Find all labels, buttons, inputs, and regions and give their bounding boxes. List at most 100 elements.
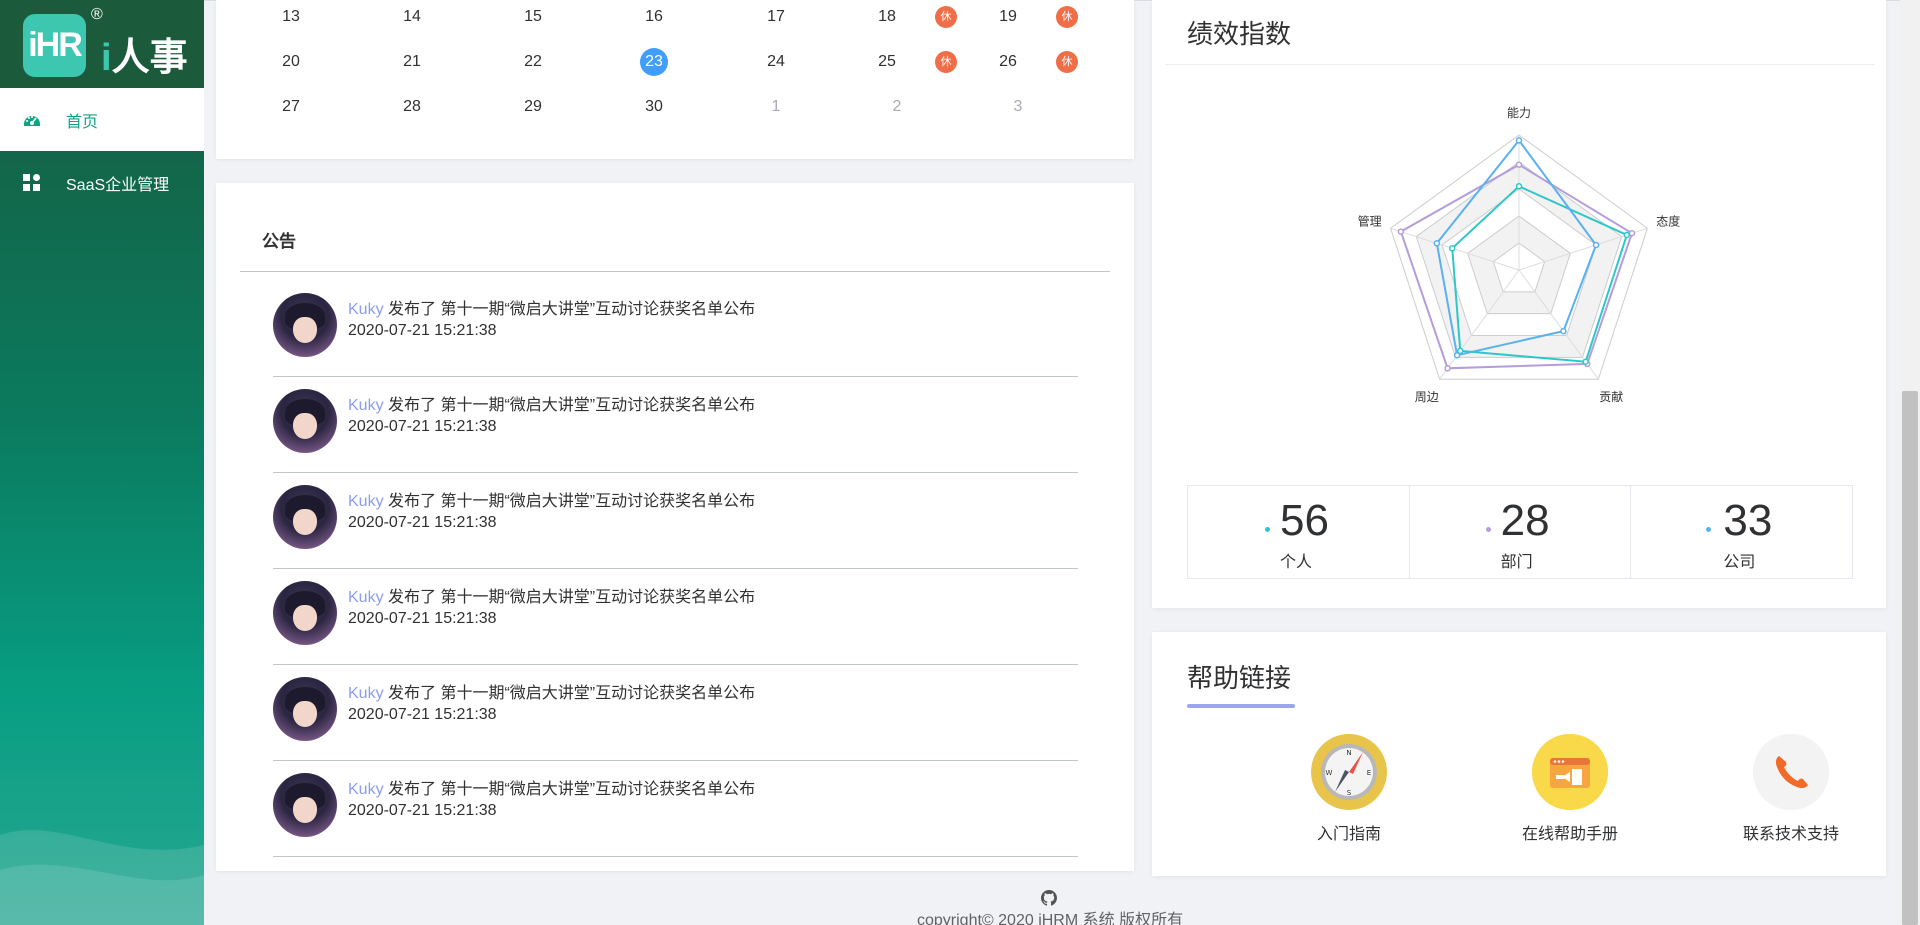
notice-item[interactable]: Kuky 发布了 第十一期“微启大讲堂”互动讨论获奖名单公布 2020-07-21…: [273, 473, 1078, 569]
calendar-day[interactable]: 26: [978, 47, 1038, 77]
page-scrollbar[interactable]: [1900, 0, 1920, 925]
notice-user-link[interactable]: Kuky: [348, 301, 384, 318]
sidebar: iHR ® i人事 首页 SaaS企业管理: [0, 0, 204, 925]
notice-text: Kuky 发布了 第十一期“微启大讲堂”互动讨论获奖名单公布: [348, 391, 755, 415]
calendar-day[interactable]: 27: [261, 92, 321, 122]
radar-point: [1433, 240, 1441, 247]
radar-indicator-label: 态度: [1656, 213, 1680, 228]
notice-item[interactable]: Kuky 发布了 第十一期“微启大讲堂”互动讨论获奖名单公布 2020-07-21…: [273, 377, 1078, 473]
rest-day-badge: 休: [1056, 6, 1078, 28]
notice-content: 发布了 第十一期“微启大讲堂”互动讨论获奖名单公布: [383, 493, 756, 510]
grid-icon: [22, 173, 42, 193]
radar-point: [1623, 231, 1631, 239]
calendar-day[interactable]: 21: [382, 47, 442, 77]
svg-text:E: E: [1367, 769, 1371, 777]
svg-text:S: S: [1347, 789, 1352, 797]
day-number: 17: [767, 8, 785, 25]
day-number: 14: [403, 8, 421, 25]
calendar-day[interactable]: 14: [382, 2, 442, 32]
avatar: [273, 389, 337, 453]
calendar-day[interactable]: 13: [261, 2, 321, 32]
stat-label: 公司: [1723, 554, 1756, 571]
help-link-label: 入门指南: [1316, 826, 1381, 843]
logo-text: i人事: [101, 37, 188, 79]
day-number: 16: [645, 8, 663, 25]
performance-card: 绩效指数 能力 态度 贡献 周边 管理 56 个人 28 部门 33 公司: [1152, 0, 1886, 608]
title-underline: [1187, 704, 1295, 708]
notice-content: 发布了 第十一期“微启大讲堂”互动讨论获奖名单公布: [383, 589, 756, 606]
calendar-day[interactable]: 30: [624, 92, 684, 122]
radar-point: [1444, 365, 1451, 372]
series-dot: [1265, 527, 1270, 532]
notice-item[interactable]: Kuky 发布了 第十一期“微启大讲堂”互动讨论获奖名单公布 2020-07-21…: [273, 761, 1078, 857]
calendar-day[interactable]: 22: [503, 47, 563, 77]
help-link-getting-started[interactable]: N S W E 入门指南: [1264, 734, 1434, 844]
stat-label: 部门: [1500, 554, 1533, 571]
notice-title: 公告: [262, 232, 296, 251]
calendar-day[interactable]: 16: [624, 2, 684, 32]
notice-time: 2020-07-21 15:21:38: [348, 802, 497, 819]
radar-point: [1515, 183, 1523, 190]
calendar-day[interactable]: 24: [746, 47, 806, 77]
radar-point: [1448, 245, 1456, 252]
radar-point: [1515, 137, 1523, 144]
radar-point: [1582, 358, 1589, 365]
series-dot: [1485, 527, 1491, 532]
calendar-day[interactable]: 25: [857, 47, 917, 77]
help-link-manual[interactable]: 在线帮助手册: [1485, 734, 1655, 844]
calendar-day[interactable]: 1: [746, 92, 806, 122]
calendar-day[interactable]: 3: [988, 92, 1048, 122]
calendar-day[interactable]: 17: [746, 2, 806, 32]
day-number: 2: [892, 98, 902, 115]
avatar: [273, 581, 337, 645]
notice-time: 2020-07-21 15:21:38: [348, 418, 497, 435]
day-number: 28: [403, 98, 421, 115]
github-icon[interactable]: [1041, 890, 1057, 906]
notice-user-link[interactable]: Kuky: [348, 685, 384, 702]
logo-badge: iHR: [23, 14, 86, 77]
logo[interactable]: iHR ® i人事: [0, 0, 204, 88]
calendar-card: 13 14 15 16 17 18 休 19 休 20 21 22 23 24 25 休 26 休 27 28 29 30…: [216, 0, 1134, 159]
calendar-day-today[interactable]: 23: [624, 47, 684, 77]
notice-item[interactable]: Kuky 发布了 第十一期“微启大讲堂”互动讨论获奖名单公布 2020-07-21…: [273, 281, 1078, 377]
calendar-day[interactable]: 18: [857, 2, 917, 32]
avatar: [273, 293, 337, 357]
calendar-day[interactable]: 29: [503, 92, 563, 122]
radar-point: [1560, 327, 1567, 335]
stats-row: 56 个人 28 部门 33 公司: [1187, 485, 1853, 579]
calendar-day[interactable]: 2: [867, 92, 927, 122]
notice-text: Kuky 发布了 第十一期“微启大讲堂”互动讨论获奖名单公布: [348, 679, 755, 703]
scrollbar-thumb[interactable]: [1902, 391, 1918, 925]
sidebar-item-saas[interactable]: SaaS企业管理: [0, 151, 204, 214]
svg-text:N: N: [1346, 749, 1351, 757]
notice-content: 发布了 第十一期“微启大讲堂”互动讨论获奖名单公布: [383, 781, 756, 798]
radar-indicator-label: 管理: [1358, 213, 1382, 228]
notice-item[interactable]: Kuky 发布了 第十一期“微启大讲堂”互动讨论获奖名单公布 2020-07-21…: [273, 569, 1078, 665]
notice-time: 2020-07-21 15:21:38: [348, 514, 497, 531]
notice-text: Kuky 发布了 第十一期“微启大讲堂”互动讨论获奖名单公布: [348, 775, 755, 799]
help-link-support[interactable]: 联系技术支持: [1706, 734, 1876, 844]
radar-indicator-label: 贡献: [1599, 389, 1623, 404]
day-number: 23: [640, 48, 668, 76]
notice-item[interactable]: Kuky 发布了 第十一期“微启大讲堂”互动讨论获奖名单公布 2020-07-21…: [273, 665, 1078, 761]
day-number: 15: [524, 8, 542, 25]
radar-indicator-label: 周边: [1415, 390, 1439, 404]
svg-text:W: W: [1326, 769, 1333, 777]
day-number: 27: [282, 98, 300, 115]
notice-user-link[interactable]: Kuky: [348, 493, 384, 510]
notice-user-link[interactable]: Kuky: [348, 397, 384, 414]
notice-user-link[interactable]: Kuky: [348, 781, 384, 798]
calendar-day[interactable]: 28: [382, 92, 442, 122]
avatar-face: [293, 413, 317, 439]
stat-label: 个人: [1280, 554, 1313, 571]
day-number: 19: [999, 8, 1017, 25]
sidebar-item-home[interactable]: 首页: [0, 88, 204, 151]
stat-department: 28 部门: [1410, 486, 1632, 578]
notice-user-link[interactable]: Kuky: [348, 589, 384, 606]
calendar-day[interactable]: 15: [503, 2, 563, 32]
day-number: 21: [403, 53, 421, 70]
avatar-face: [293, 701, 317, 727]
calendar-day[interactable]: 19: [978, 2, 1038, 32]
calendar-day[interactable]: 20: [261, 47, 321, 77]
stat-value: 33: [1723, 496, 1773, 545]
